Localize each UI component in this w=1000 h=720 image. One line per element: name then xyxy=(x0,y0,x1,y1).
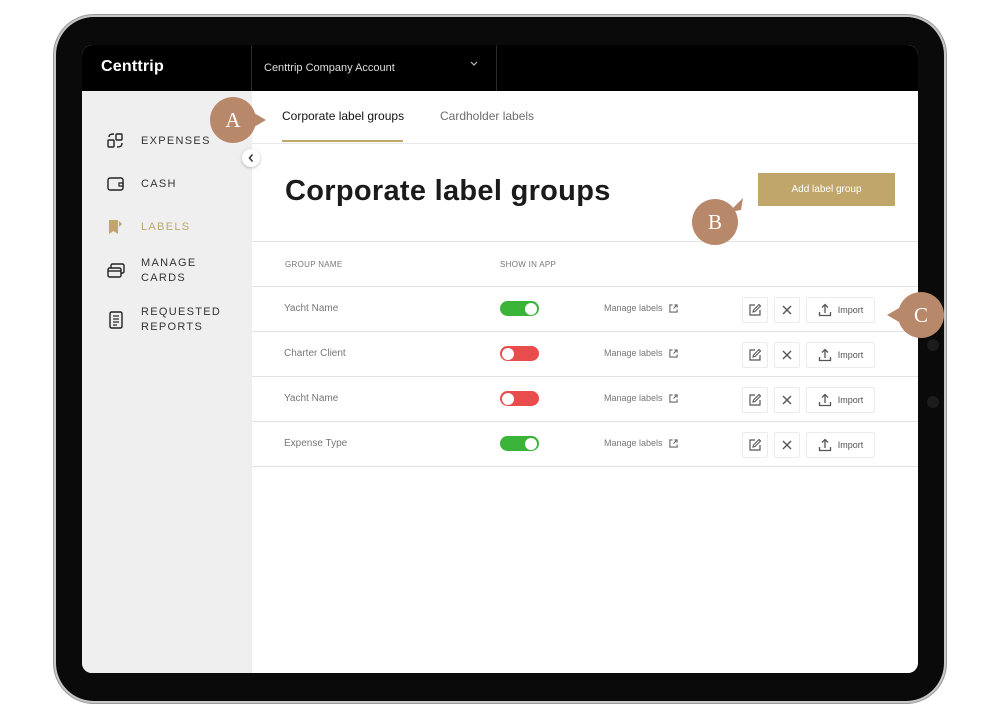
group-name-cell: Charter Client xyxy=(284,348,346,359)
collapse-sidebar-button[interactable] xyxy=(242,149,260,167)
toggle-knob xyxy=(502,392,514,405)
group-name-cell: Yacht Name xyxy=(284,393,339,404)
sidebar-item-manage-cards[interactable]: MANAGE CARDS xyxy=(106,256,246,286)
manage-labels-label: Manage labels xyxy=(604,438,663,448)
import-label: Import xyxy=(837,305,864,315)
import-button[interactable]: Import xyxy=(806,342,875,368)
tab-bar: Corporate label groups Cardholder labels xyxy=(252,91,918,144)
show-in-app-toggle[interactable] xyxy=(500,346,539,361)
delete-button[interactable] xyxy=(774,432,800,458)
callout-pointer xyxy=(254,113,266,127)
import-label: Import xyxy=(837,350,864,360)
callout-pointer xyxy=(887,308,899,322)
import-button[interactable]: Import xyxy=(806,387,875,413)
external-link-icon xyxy=(668,303,678,313)
add-label-group-button[interactable]: Add label group xyxy=(758,173,895,206)
edit-icon xyxy=(749,393,762,406)
import-button[interactable]: Import xyxy=(806,432,875,458)
device-camera-dot xyxy=(927,339,939,351)
close-icon xyxy=(782,440,792,450)
import-label: Import xyxy=(837,440,864,450)
edit-button[interactable] xyxy=(742,432,768,458)
reports-icon xyxy=(109,311,123,329)
column-header-show-in-app[interactable]: SHOW IN APP xyxy=(500,260,556,269)
expenses-icon xyxy=(107,133,123,148)
label-icon xyxy=(109,220,122,234)
active-tab-indicator xyxy=(282,140,403,142)
manage-labels-label: Manage labels xyxy=(604,348,663,358)
group-name-cell: Yacht Name xyxy=(284,303,339,314)
external-link-icon xyxy=(668,438,678,448)
delete-button[interactable] xyxy=(774,297,800,323)
chevron-down-icon xyxy=(470,61,478,66)
edit-icon xyxy=(749,438,762,451)
toggle-knob xyxy=(502,347,514,360)
sidebar-item-cash[interactable]: CASH xyxy=(106,174,246,194)
upload-icon xyxy=(818,393,831,407)
sidebar-item-label: MANAGE CARDS xyxy=(141,257,197,284)
sidebar-item-label: REQUESTED REPORTS xyxy=(141,306,222,333)
table-row: Expense Type Manage labels Import xyxy=(252,422,918,467)
label-groups-table: GROUP NAME SHOW IN APP Yacht Name Manage… xyxy=(252,241,918,467)
sidebar-item-label: EXPENSES xyxy=(141,134,211,147)
callout-c: C xyxy=(898,292,944,338)
group-name-cell: Expense Type xyxy=(284,438,348,449)
device-sensor-dot xyxy=(927,396,939,408)
manage-labels-link[interactable]: Manage labels xyxy=(604,438,678,448)
sidebar-item-requested-reports[interactable]: REQUESTED REPORTS xyxy=(106,305,246,335)
upload-icon xyxy=(818,303,831,317)
callout-a: A xyxy=(210,97,256,143)
table-row: Charter Client Manage labels Import xyxy=(252,332,918,377)
sidebar-item-labels[interactable]: LABELS xyxy=(106,217,246,237)
manage-labels-link[interactable]: Manage labels xyxy=(604,348,678,358)
app-logo[interactable]: Centtrip xyxy=(101,58,164,76)
manage-labels-label: Manage labels xyxy=(604,393,663,403)
upload-icon xyxy=(818,348,831,362)
table-row: Yacht Name Manage labels Import xyxy=(252,287,918,332)
sidebar-item-label: LABELS xyxy=(141,220,191,233)
chevron-left-icon xyxy=(248,154,254,162)
table-header: GROUP NAME SHOW IN APP xyxy=(252,241,918,287)
table-row: Yacht Name Manage labels Import xyxy=(252,377,918,422)
close-icon xyxy=(782,350,792,360)
edit-button[interactable] xyxy=(742,387,768,413)
delete-button[interactable] xyxy=(774,387,800,413)
toggle-knob xyxy=(525,302,537,315)
external-link-icon xyxy=(668,348,678,358)
callout-pointer xyxy=(729,198,743,212)
manage-labels-link[interactable]: Manage labels xyxy=(604,393,678,403)
edit-button[interactable] xyxy=(742,342,768,368)
cards-icon xyxy=(107,263,125,278)
tab-cardholder-labels[interactable]: Cardholder labels xyxy=(440,109,534,123)
toggle-knob xyxy=(525,437,537,450)
upload-icon xyxy=(818,438,831,452)
sidebar: EXPENSES CASH LABELS MANAGE CARDS REQUES… xyxy=(82,91,252,673)
show-in-app-toggle[interactable] xyxy=(500,301,539,316)
app-screen: Centtrip Centtrip Company Account EXPENS… xyxy=(82,45,918,673)
top-bar: Centtrip Centtrip Company Account xyxy=(82,45,918,91)
external-link-icon xyxy=(668,393,678,403)
column-header-group-name[interactable]: GROUP NAME xyxy=(285,260,343,269)
edit-icon xyxy=(749,303,762,316)
show-in-app-toggle[interactable] xyxy=(500,436,539,451)
close-icon xyxy=(782,395,792,405)
account-selector-label: Centtrip Company Account xyxy=(264,62,395,74)
edit-button[interactable] xyxy=(742,297,768,323)
manage-labels-label: Manage labels xyxy=(604,303,663,313)
import-label: Import xyxy=(837,395,864,405)
page-title: Corporate label groups xyxy=(285,175,611,207)
delete-button[interactable] xyxy=(774,342,800,368)
manage-labels-link[interactable]: Manage labels xyxy=(604,303,678,313)
account-selector[interactable]: Centtrip Company Account xyxy=(251,45,497,91)
show-in-app-toggle[interactable] xyxy=(500,391,539,406)
import-button[interactable]: Import xyxy=(806,297,875,323)
close-icon xyxy=(782,305,792,315)
wallet-icon xyxy=(107,177,124,191)
sidebar-item-label: CASH xyxy=(141,177,177,190)
table-body: Yacht Name Manage labels Import Charter … xyxy=(252,287,918,467)
edit-icon xyxy=(749,348,762,361)
tab-corporate-label-groups[interactable]: Corporate label groups xyxy=(282,109,404,123)
